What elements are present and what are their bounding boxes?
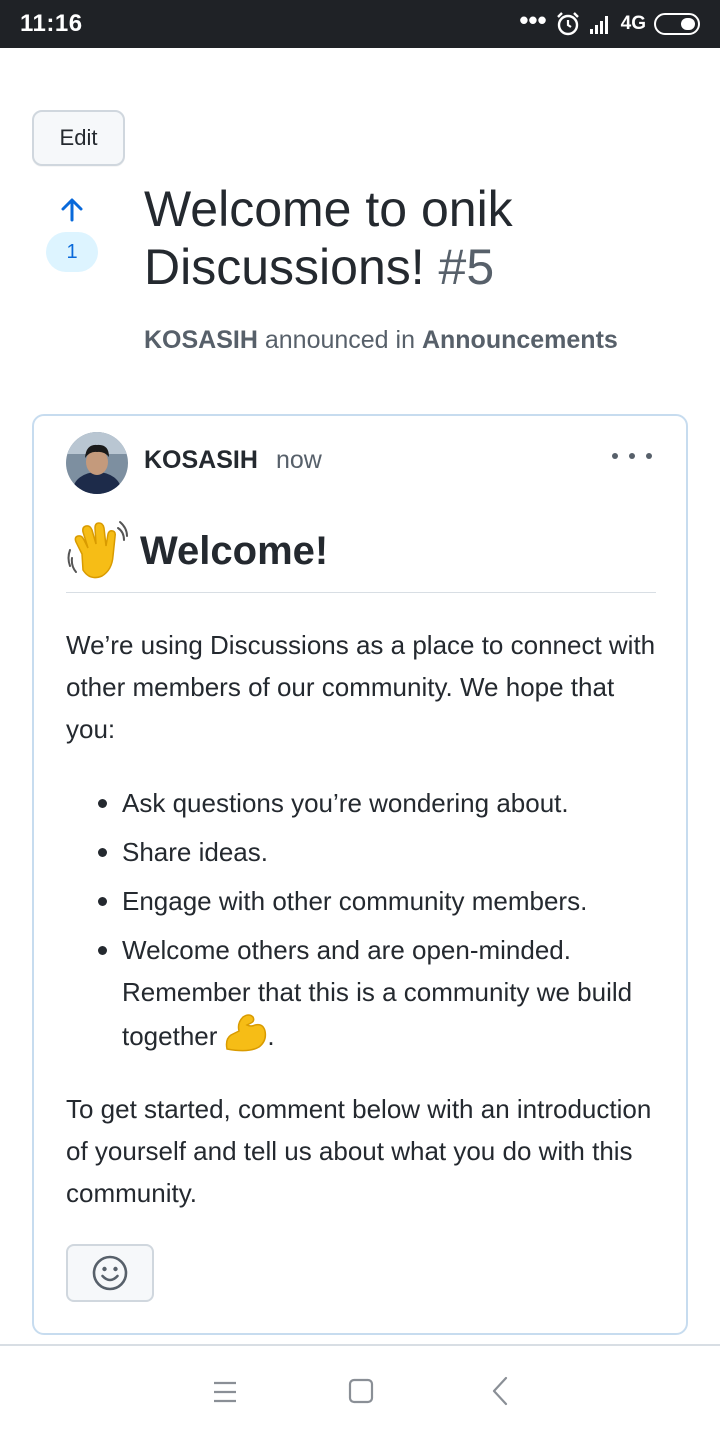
discussion-title: Welcome to onik Discussions! #5: [144, 180, 684, 296]
category-link[interactable]: Announcements: [422, 326, 618, 354]
waving-hand-icon: [67, 521, 128, 579]
more-options-button[interactable]: [612, 444, 652, 468]
meta-author-link[interactable]: KOSASIH: [144, 326, 258, 354]
signal-icon: [589, 16, 608, 34]
battery-icon: [654, 13, 700, 35]
upvote-count[interactable]: 1: [46, 232, 98, 272]
home-icon[interactable]: [348, 1378, 374, 1404]
discussion-meta: KOSASIH announced in Announcements: [144, 326, 618, 355]
post-author[interactable]: KOSASIH: [144, 446, 258, 475]
list-item: Welcome others and are open-minded. Reme…: [90, 929, 650, 1057]
post-heading-row: Welcome!: [66, 520, 328, 582]
bullet-end-text: .: [267, 1021, 275, 1051]
hopes-list: Ask questions you’re wondering about. Sh…: [90, 782, 650, 1064]
heading-divider: [66, 592, 656, 593]
network-label: 4G: [620, 13, 646, 34]
menu-icon[interactable]: [212, 1380, 238, 1404]
smiley-icon: [92, 1255, 128, 1291]
status-time: 11:16: [20, 10, 83, 37]
arrow-up-icon[interactable]: [58, 196, 86, 224]
post-card: KOSASIH now Welcome! We’re using Discuss…: [32, 414, 688, 1335]
post-heading: Welcome!: [140, 528, 329, 573]
add-reaction-button[interactable]: [66, 1244, 154, 1302]
avatar[interactable]: [66, 432, 128, 494]
system-nav-bar: [0, 1346, 720, 1440]
status-icons: ••• 4G: [519, 5, 700, 38]
edit-button[interactable]: Edit: [32, 110, 125, 166]
discussion-number: #5: [438, 239, 495, 295]
status-bar: 11:16 ••• 4G: [0, 0, 720, 48]
flexed-biceps-icon: [226, 1014, 267, 1052]
list-item: Engage with other community members.: [90, 880, 650, 922]
meta-action: announced in: [264, 326, 415, 354]
back-icon[interactable]: [488, 1376, 512, 1406]
list-item: Share ideas.: [90, 831, 650, 873]
intro-paragraph: We’re using Discussions as a place to co…: [66, 630, 656, 744]
outro-paragraph: To get started, comment below with an in…: [66, 1094, 652, 1208]
list-item: Ask questions you’re wondering about.: [90, 782, 650, 824]
more-dots-icon: •••: [519, 5, 547, 35]
post-timestamp: now: [276, 446, 322, 474]
alarm-icon: [556, 12, 579, 36]
